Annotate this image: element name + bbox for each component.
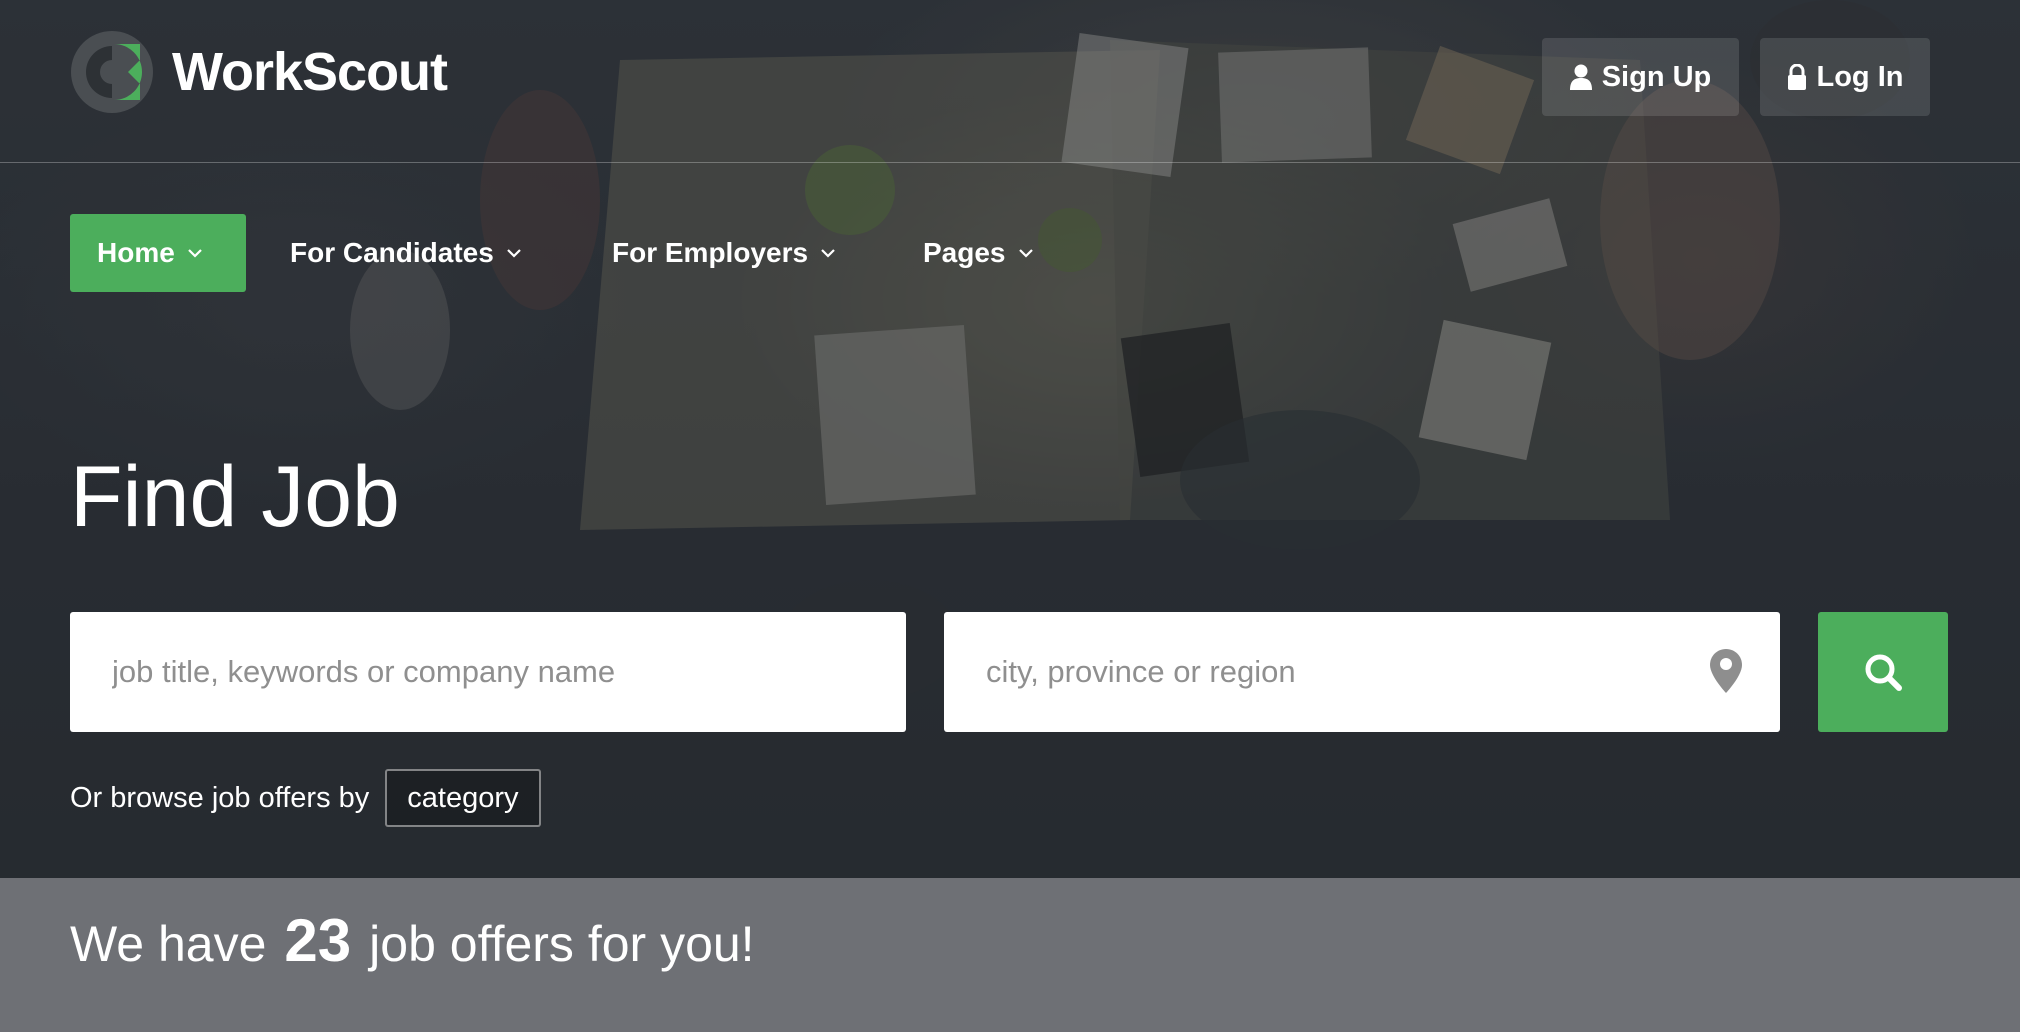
user-icon	[1569, 64, 1592, 90]
offers-count: 23	[284, 907, 352, 974]
log-in-button[interactable]: Log In	[1760, 38, 1930, 116]
lock-icon	[1787, 64, 1806, 90]
offers-prefix: We have	[70, 916, 267, 972]
page-title: Find Job	[70, 449, 400, 545]
nav-item-label: Pages	[923, 237, 1006, 268]
log-in-label: Log In	[1816, 60, 1904, 93]
nav-item-for-employers[interactable]: For Employers	[612, 214, 836, 292]
offers-headline: We have 23 job offers for you!	[70, 906, 755, 975]
search-icon	[1865, 654, 1902, 691]
header-divider	[0, 162, 2020, 163]
hero-background	[0, 0, 2020, 878]
nav-item-for-candidates[interactable]: For Candidates	[290, 214, 522, 292]
chevron-down-icon	[1018, 249, 1033, 258]
chevron-down-icon	[507, 249, 521, 258]
keyword-search-input[interactable]	[110, 653, 866, 691]
nav-item-label: For Employers	[612, 237, 809, 268]
browse-by: Or browse job offers by category	[70, 768, 541, 828]
location-search-field[interactable]	[944, 612, 1780, 732]
sign-up-label: Sign Up	[1601, 60, 1712, 93]
brand-name: WorkScout	[172, 42, 448, 102]
hero-office-photo	[0, 0, 2020, 878]
nav-item-label: Home	[97, 237, 175, 268]
keyword-search-field[interactable]	[70, 612, 906, 732]
nav-item-label: For Candidates	[290, 237, 494, 268]
nav-item-home[interactable]: Home	[70, 214, 246, 292]
workscout-logo-icon	[71, 31, 153, 113]
logo[interactable]: WorkScout	[70, 30, 448, 114]
chevron-down-icon	[821, 249, 835, 258]
offers-suffix: job offers for you!	[369, 916, 755, 972]
category-button[interactable]: category	[385, 769, 541, 827]
map-pin-icon	[1710, 649, 1742, 693]
location-search-input[interactable]	[984, 653, 1654, 691]
browse-text: Or browse job offers by	[70, 781, 370, 814]
chevron-down-icon	[188, 249, 202, 258]
search-button[interactable]	[1818, 612, 1948, 732]
sign-up-button[interactable]: Sign Up	[1542, 38, 1739, 116]
nav-item-pages[interactable]: Pages	[923, 214, 1034, 292]
